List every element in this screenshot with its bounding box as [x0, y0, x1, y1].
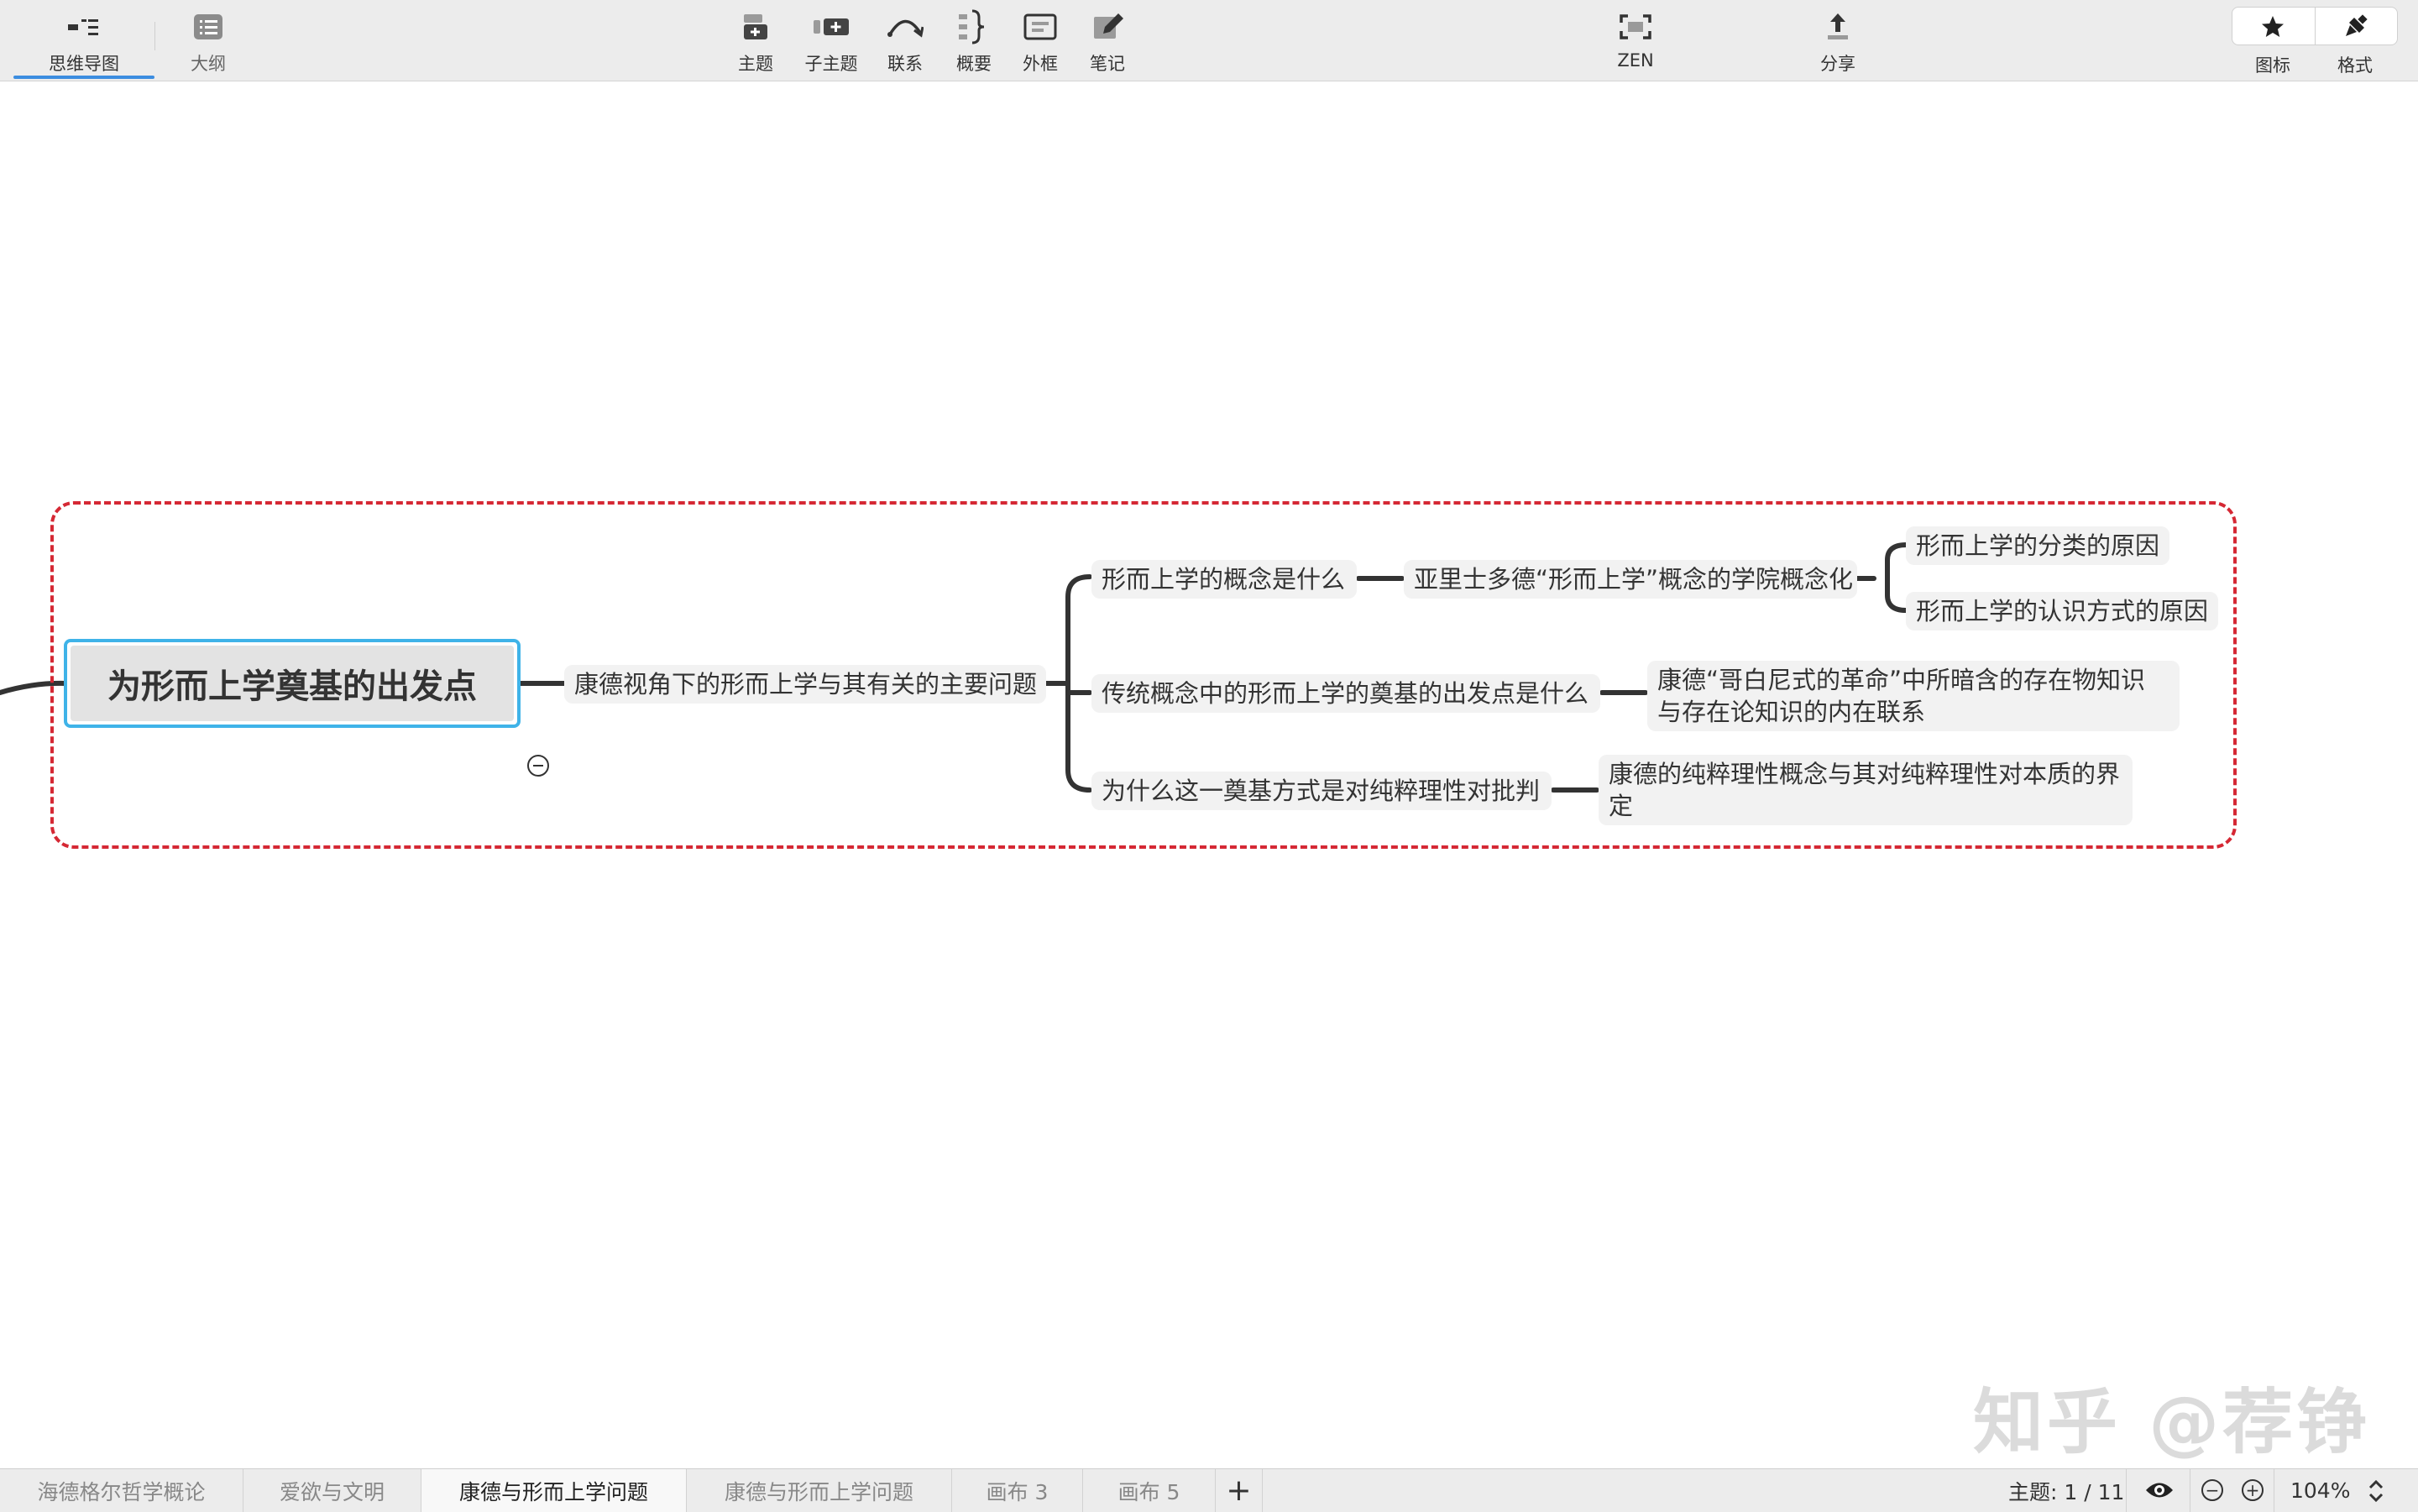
- insert-subtopic-button[interactable]: 子主题: [796, 0, 866, 81]
- insert-topic-label: 主题: [738, 54, 773, 74]
- sheet-tab-5[interactable]: 画布 3: [952, 1469, 1083, 1512]
- relationship-icon: [887, 10, 924, 44]
- sheet-tab-bar: 海德格尔哲学概论 爱欲与文明 康德与形而上学问题 康德与形而上学问题 画布 3 …: [0, 1468, 2418, 1512]
- zoom-level[interactable]: 104%: [2290, 1469, 2350, 1512]
- question-topic-1[interactable]: 形而上学的概念是什么: [1091, 560, 1357, 599]
- sheet-tab-6[interactable]: 画布 5: [1083, 1469, 1216, 1512]
- zoom-in-button[interactable]: +: [2242, 1479, 2264, 1501]
- relationship-label: 联系: [887, 54, 923, 74]
- status-divider: [2126, 1469, 2127, 1512]
- format-brush-icon: [2342, 10, 2368, 44]
- zoom-out-button[interactable]: −: [2201, 1479, 2223, 1501]
- outline-view-tab[interactable]: 大纲: [168, 0, 249, 81]
- subtopic-icon: [812, 10, 850, 44]
- topic-icon: [741, 10, 771, 44]
- mindmap-view-tab[interactable]: 思维导图: [34, 0, 134, 81]
- collapse-branch-button[interactable]: [527, 755, 549, 777]
- active-tab-indicator: [13, 76, 154, 79]
- add-sheet-button[interactable]: +: [1216, 1469, 1263, 1512]
- note-label: 笔记: [1090, 54, 1125, 74]
- note-button[interactable]: 笔记: [1075, 0, 1140, 81]
- toolbar: 思维导图 大纲 主题 子主题 联系 概要 外框 笔记 ZEN 分享 图标 格式: [0, 0, 2418, 81]
- icon-panel-button[interactable]: 图标: [2232, 0, 2314, 81]
- question-topic-2[interactable]: 传统概念中的形而上学的奠基的出发点是什么: [1091, 674, 1600, 713]
- mindmap-icon: [66, 10, 102, 44]
- summary-label: 概要: [956, 54, 992, 74]
- format-panel-label: 格式: [2337, 55, 2373, 76]
- relationship-button[interactable]: 联系: [873, 0, 937, 81]
- zoom-stepper-icon[interactable]: [2366, 1478, 2386, 1504]
- icon-panel-label: 图标: [2255, 55, 2290, 76]
- note-icon: [1091, 10, 1123, 44]
- question-1-subtopic[interactable]: 亚里士多德“形而上学”概念的学院概念化: [1404, 560, 1857, 599]
- sheet-tab-1[interactable]: 海德格尔哲学概论: [0, 1469, 243, 1512]
- insert-topic-button[interactable]: 主题: [722, 0, 789, 81]
- question-2-subtopic[interactable]: 康德“哥白尼式的革命”中所暗含的存在物知识与存在论知识的内在联系: [1647, 661, 2180, 731]
- mindmap-canvas[interactable]: 为形而上学奠基的出发点 康德视角下的形而上学与其有关的主要问题 形而上学的概念是…: [0, 81, 2418, 1468]
- question-3-subtopic[interactable]: 康德的纯粹理性概念与其对纯粹理性对本质的界定: [1599, 755, 2133, 825]
- zen-fullscreen-icon: [1620, 10, 1651, 44]
- share-icon: [1825, 10, 1850, 44]
- insert-subtopic-label: 子主题: [804, 54, 858, 74]
- boundary-button[interactable]: 外框: [1008, 0, 1073, 81]
- boundary-icon: [1023, 10, 1057, 44]
- mindmap-view-label: 思维导图: [49, 54, 119, 74]
- share-label: 分享: [1820, 54, 1855, 74]
- central-topic[interactable]: 为形而上学奠基的出发点: [64, 639, 521, 728]
- watermark: 知乎 @荐铮: [1973, 1381, 2371, 1463]
- level1-topic[interactable]: 康德视角下的形而上学与其有关的主要问题: [564, 665, 1046, 704]
- sheet-tab-2[interactable]: 爱欲与文明: [243, 1469, 421, 1512]
- question-1-leaf-1[interactable]: 形而上学的分类的原因: [1906, 526, 2169, 565]
- boundary-label: 外框: [1023, 54, 1058, 74]
- share-button[interactable]: 分享: [1803, 0, 1872, 81]
- zen-mode-button[interactable]: ZEN: [1602, 0, 1669, 81]
- topic-count: 主题: 1 / 11: [2008, 1479, 2125, 1504]
- central-topic-text: 为形而上学奠基的出发点: [71, 646, 514, 721]
- format-panel-button[interactable]: 格式: [2314, 0, 2396, 81]
- outline-view-label: 大纲: [191, 54, 226, 74]
- sheet-tab-4[interactable]: 康德与形而上学问题: [687, 1469, 952, 1512]
- summary-brace-icon: [957, 9, 991, 44]
- summary-button[interactable]: 概要: [942, 0, 1006, 81]
- question-topic-3[interactable]: 为什么这一奠基方式是对纯粹理性对批判: [1091, 772, 1552, 810]
- question-1-leaf-2[interactable]: 形而上学的认识方式的原因: [1906, 592, 2218, 630]
- preview-eye-icon[interactable]: [2144, 1478, 2175, 1503]
- zen-label: ZEN: [1617, 50, 1654, 71]
- star-icon: [2260, 10, 2285, 44]
- sheet-tab-3[interactable]: 康德与形而上学问题: [421, 1469, 687, 1512]
- outline-list-icon: [193, 10, 223, 44]
- toolbar-divider: [154, 22, 155, 50]
